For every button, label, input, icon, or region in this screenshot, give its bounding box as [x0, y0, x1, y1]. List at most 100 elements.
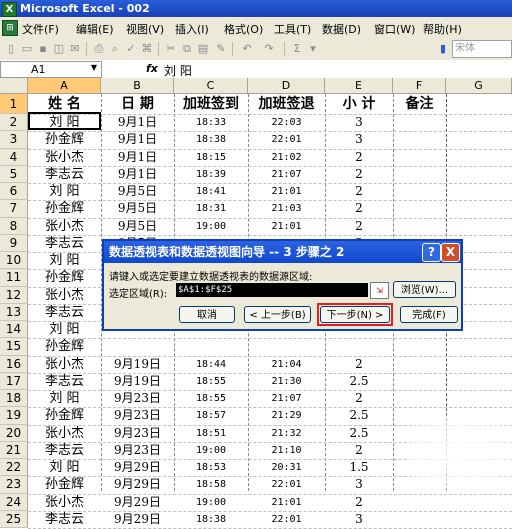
finish-button[interactable]: 完成(F)	[400, 306, 458, 323]
checkin-cell[interactable]: 18:55	[174, 390, 248, 407]
checkin-cell[interactable]: 18:41	[174, 183, 248, 200]
checkin-cell[interactable]: 18:33	[174, 114, 248, 131]
row-header-5[interactable]: 5	[0, 165, 28, 183]
checkin-cell[interactable]: 18:55	[174, 373, 248, 390]
name-cell[interactable]: 刘 阳	[28, 321, 101, 338]
subtotal-cell[interactable]: 2	[325, 218, 393, 235]
name-cell[interactable]: 孙金辉	[28, 269, 101, 286]
toolbar-options-icon[interactable]: ▮	[436, 42, 450, 56]
checkin-cell[interactable]: 18:39	[174, 166, 248, 183]
menu-format[interactable]: 格式(O)	[224, 21, 263, 37]
row-header-13[interactable]: 13	[0, 303, 28, 321]
checkout-cell[interactable]: 20:31	[248, 459, 325, 476]
date-cell[interactable]: 9月1日	[101, 149, 174, 166]
name-cell[interactable]: 李志云	[28, 373, 101, 390]
name-cell[interactable]: 李志云	[28, 442, 101, 459]
workbook-icon[interactable]: ⊞	[2, 20, 18, 36]
date-cell[interactable]: 9月23日	[101, 425, 174, 442]
name-cell[interactable]: 孙金辉	[28, 131, 101, 148]
print-preview-icon[interactable]: ⌕	[108, 42, 122, 56]
checkout-cell[interactable]: 22:03	[248, 114, 325, 131]
date-cell[interactable]	[101, 338, 174, 355]
checkout-cell[interactable]: 21:01	[248, 183, 325, 200]
row-header-17[interactable]: 17	[0, 372, 28, 390]
header-cell[interactable]: 日 期	[101, 94, 174, 114]
checkin-cell[interactable]	[174, 338, 248, 355]
row-header-25[interactable]: 25	[0, 510, 28, 528]
font-name-box[interactable]: 宋体	[452, 40, 512, 58]
checkin-cell[interactable]: 19:00	[174, 218, 248, 235]
cancel-button[interactable]: 取消	[179, 306, 235, 323]
row-header-24[interactable]: 24	[0, 493, 28, 511]
name-cell[interactable]: 张小杰	[28, 425, 101, 442]
subtotal-cell[interactable]: 2	[325, 356, 393, 373]
column-header-g[interactable]: G	[446, 78, 512, 94]
menu-data[interactable]: 数据(D)	[322, 21, 361, 37]
name-cell[interactable]: 孙金辉	[28, 338, 101, 355]
name-cell[interactable]: 张小杰	[28, 494, 101, 511]
checkin-cell[interactable]: 19:00	[174, 442, 248, 459]
copy-icon[interactable]: ⧉	[180, 42, 194, 56]
chevron-down-icon[interactable]: ▼	[91, 63, 97, 72]
name-cell[interactable]: 张小杰	[28, 149, 101, 166]
subtotal-cell[interactable]: 2	[325, 442, 393, 459]
print-icon[interactable]: ⎙	[92, 42, 106, 56]
row-header-22[interactable]: 22	[0, 459, 28, 477]
row-header-10[interactable]: 10	[0, 252, 28, 270]
row-header-11[interactable]: 11	[0, 269, 28, 287]
spelling-icon[interactable]: ✓	[124, 42, 138, 56]
row-header-14[interactable]: 14	[0, 321, 28, 339]
subtotal-cell[interactable]: 1.5	[325, 459, 393, 476]
range-input[interactable]: $A$1:$F$25	[176, 283, 368, 297]
date-cell[interactable]: 9月29日	[101, 511, 174, 528]
checkin-cell[interactable]: 18:53	[174, 459, 248, 476]
column-header-c[interactable]: C	[174, 78, 248, 94]
row-header-19[interactable]: 19	[0, 407, 28, 425]
name-cell[interactable]: 孙金辉	[28, 407, 101, 424]
header-cell[interactable]: 备注	[393, 94, 446, 114]
email-icon[interactable]: ✉	[68, 42, 82, 56]
subtotal-cell[interactable]: 3	[325, 511, 393, 528]
name-cell[interactable]: 刘 阳	[28, 459, 101, 476]
subtotal-cell[interactable]: 2	[325, 390, 393, 407]
permission-icon[interactable]: ◫	[52, 42, 66, 56]
name-cell[interactable]: 刘 阳	[28, 183, 101, 200]
research-icon[interactable]: ⌘	[140, 42, 154, 56]
row-header-9[interactable]: 9	[0, 234, 28, 252]
date-cell[interactable]: 9月29日	[101, 459, 174, 476]
name-box[interactable]: A1 ▼	[0, 61, 102, 78]
row-header-18[interactable]: 18	[0, 390, 28, 408]
name-cell[interactable]: 张小杰	[28, 287, 101, 304]
column-header-f[interactable]: F	[393, 78, 446, 94]
subtotal-cell[interactable]: 3	[325, 114, 393, 131]
subtotal-cell[interactable]	[325, 338, 393, 355]
checkout-cell[interactable]: 21:04	[248, 356, 325, 373]
checkout-cell[interactable]: 21:30	[248, 373, 325, 390]
row-header-15[interactable]: 15	[0, 338, 28, 356]
undo-icon[interactable]: ↶	[240, 42, 254, 56]
date-cell[interactable]: 9月23日	[101, 407, 174, 424]
checkout-cell[interactable]	[248, 338, 325, 355]
row-header-21[interactable]: 21	[0, 441, 28, 459]
subtotal-cell[interactable]: 2	[325, 183, 393, 200]
checkout-cell[interactable]: 22:01	[248, 131, 325, 148]
name-cell[interactable]: 刘 阳	[28, 252, 101, 269]
paste-icon[interactable]: ▤	[196, 42, 210, 56]
dropdown-arrow-icon[interactable]: ▾	[306, 42, 320, 56]
open-icon[interactable]: ▭	[20, 42, 34, 56]
header-cell[interactable]: 姓 名	[28, 94, 101, 114]
header-cell[interactable]: 小 计	[325, 94, 393, 114]
next-button[interactable]: 下一步(N) >	[320, 306, 390, 323]
browse-button[interactable]: 浏览(W)...	[393, 281, 456, 298]
subtotal-cell[interactable]: 2.5	[325, 373, 393, 390]
cut-icon[interactable]: ✂	[164, 42, 178, 56]
column-header-e[interactable]: E	[325, 78, 393, 94]
formula-input[interactable]: 刘 阳	[164, 62, 192, 79]
row-header-1[interactable]: 1	[0, 94, 28, 114]
subtotal-cell[interactable]: 2	[325, 200, 393, 217]
autosum-icon[interactable]: Σ	[290, 42, 304, 56]
subtotal-cell[interactable]: 2	[325, 494, 393, 511]
subtotal-cell[interactable]: 2	[325, 149, 393, 166]
help-icon[interactable]: ?	[422, 243, 441, 262]
close-icon[interactable]: X	[441, 243, 460, 262]
